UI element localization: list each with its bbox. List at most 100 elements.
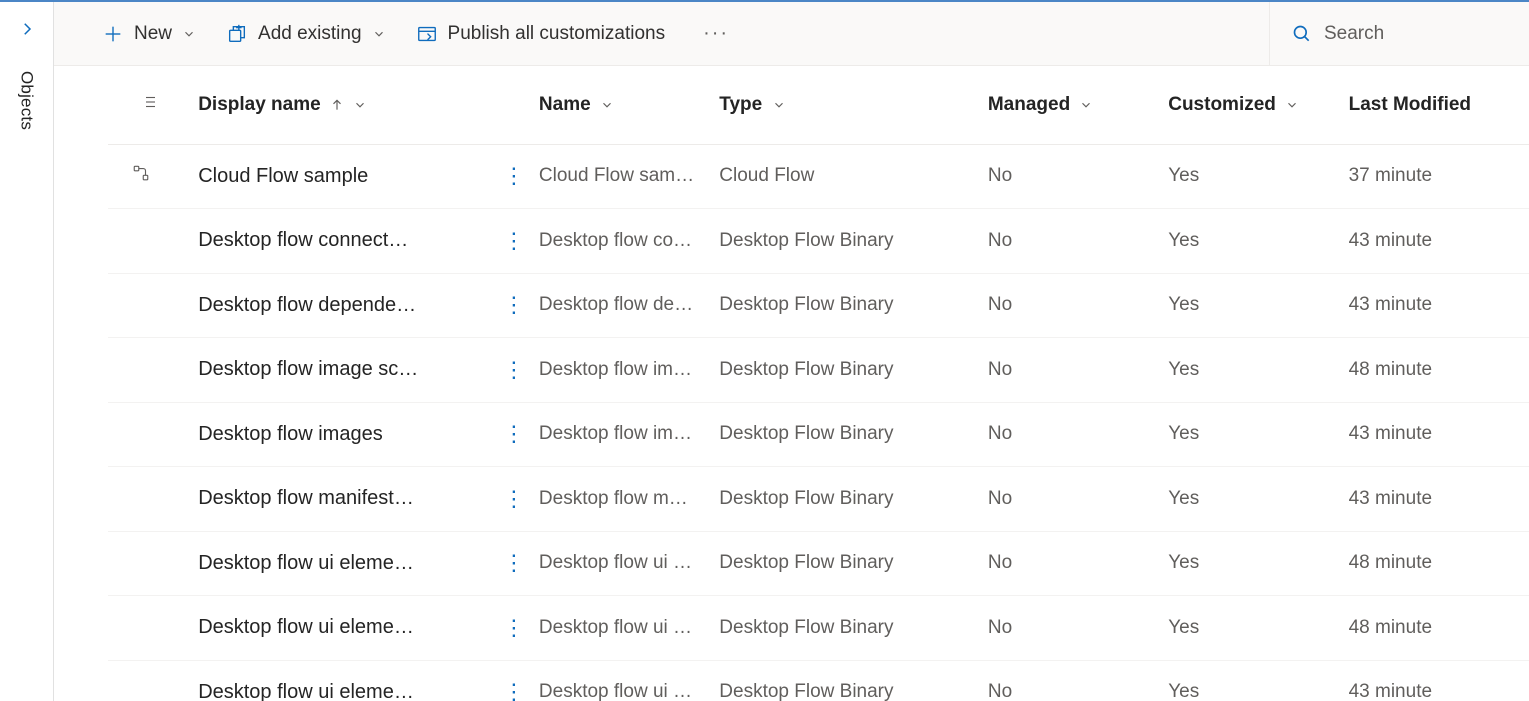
cell-last-modified: 43 minute bbox=[1349, 209, 1529, 274]
column-header-managed-label: Managed bbox=[988, 94, 1070, 115]
command-bar: New Add existing Publish all customizati… bbox=[54, 2, 1529, 66]
row-type-icon-cell bbox=[108, 402, 198, 467]
objects-grid: Display name Name Type Managed Cu bbox=[108, 66, 1529, 701]
row-type-icon-cell bbox=[108, 596, 198, 661]
cell-display-name-text: Desktop flow ui eleme… bbox=[198, 616, 414, 638]
more-commands-button[interactable]: ··· bbox=[695, 22, 737, 45]
cell-type: Desktop Flow Binary bbox=[719, 660, 988, 701]
column-header-type[interactable]: Type bbox=[719, 66, 988, 144]
column-header-customized[interactable]: Customized bbox=[1168, 66, 1348, 144]
column-header-last-modified[interactable]: Last Modified bbox=[1349, 66, 1529, 144]
cell-display-name-text: Desktop flow images bbox=[198, 423, 383, 445]
cell-customized: Yes bbox=[1168, 209, 1348, 274]
cell-last-modified: 48 minute bbox=[1349, 596, 1529, 661]
table-row[interactable]: Desktop flow ui eleme… ⋮ Desktop flow ui …… bbox=[108, 660, 1529, 701]
row-more-button[interactable]: ⋮ bbox=[503, 488, 525, 510]
column-header-name-label: Name bbox=[539, 94, 591, 115]
row-type-icon-cell bbox=[108, 209, 198, 274]
cell-type: Desktop Flow Binary bbox=[719, 596, 988, 661]
cell-display-name[interactable]: Desktop flow ui eleme… ⋮ bbox=[198, 531, 539, 596]
row-more-button[interactable]: ⋮ bbox=[503, 230, 525, 252]
row-type-icon-cell bbox=[108, 531, 198, 596]
cell-type: Desktop Flow Binary bbox=[719, 402, 988, 467]
rail-tab-objects[interactable]: Objects bbox=[17, 71, 37, 130]
cell-managed: No bbox=[988, 467, 1168, 532]
cell-display-name[interactable]: Desktop flow ui eleme… ⋮ bbox=[198, 596, 539, 661]
cell-last-modified: 48 minute bbox=[1349, 338, 1529, 403]
row-more-button[interactable]: ⋮ bbox=[503, 617, 525, 639]
row-type-icon-cell bbox=[108, 144, 198, 209]
cell-type: Desktop Flow Binary bbox=[719, 209, 988, 274]
add-existing-label: Add existing bbox=[258, 23, 362, 45]
column-header-managed[interactable]: Managed bbox=[988, 66, 1168, 144]
column-header-name[interactable]: Name bbox=[539, 66, 719, 144]
row-more-button[interactable]: ⋮ bbox=[503, 359, 525, 381]
table-row[interactable]: Desktop flow depende… ⋮ Desktop flow de…De… bbox=[108, 273, 1529, 338]
add-existing-button[interactable]: Add existing bbox=[226, 23, 386, 45]
table-row[interactable]: Desktop flow connect… ⋮ Desktop flow co…De… bbox=[108, 209, 1529, 274]
table-row[interactable]: Desktop flow ui eleme… ⋮ Desktop flow ui …… bbox=[108, 596, 1529, 661]
cell-customized: Yes bbox=[1168, 467, 1348, 532]
list-icon bbox=[140, 93, 158, 111]
table-row[interactable]: Cloud Flow sample⋮Cloud Flow samp…Cloud … bbox=[108, 144, 1529, 209]
cell-display-name[interactable]: Desktop flow manifest… ⋮ bbox=[198, 467, 539, 532]
column-header-select[interactable] bbox=[108, 66, 198, 144]
row-more-button[interactable]: ⋮ bbox=[503, 681, 525, 701]
cell-name: Desktop flow ui … bbox=[539, 660, 719, 701]
column-header-display-name[interactable]: Display name bbox=[198, 66, 539, 144]
column-header-customized-label: Customized bbox=[1168, 94, 1276, 115]
new-button[interactable]: New bbox=[102, 23, 196, 45]
cell-name: Desktop flow co… bbox=[539, 209, 719, 274]
cell-display-name-text: Desktop flow ui eleme… bbox=[198, 552, 414, 574]
cell-customized: Yes bbox=[1168, 531, 1348, 596]
cell-display-name-text: Desktop flow manifest… bbox=[198, 487, 414, 509]
cell-display-name[interactable]: Desktop flow images ⋮ bbox=[198, 402, 539, 467]
publish-button[interactable]: Publish all customizations bbox=[416, 23, 666, 45]
left-rail: Objects bbox=[0, 2, 54, 701]
cell-display-name-text: Desktop flow ui eleme… bbox=[198, 681, 414, 701]
cell-display-name-text: Cloud Flow sample bbox=[198, 165, 368, 187]
chevron-down-icon bbox=[182, 27, 196, 41]
cell-last-modified: 43 minute bbox=[1349, 660, 1529, 701]
cell-type: Desktop Flow Binary bbox=[719, 338, 988, 403]
cell-type: Desktop Flow Binary bbox=[719, 531, 988, 596]
cell-customized: Yes bbox=[1168, 660, 1348, 701]
column-header-type-label: Type bbox=[719, 94, 762, 115]
cell-last-modified: 43 minute bbox=[1349, 467, 1529, 532]
cell-display-name[interactable]: Desktop flow image sc… ⋮ bbox=[198, 338, 539, 403]
cell-display-name-text: Desktop flow depende… bbox=[198, 294, 416, 316]
row-more-button[interactable]: ⋮ bbox=[503, 294, 525, 316]
plus-icon bbox=[102, 23, 124, 45]
table-row[interactable]: Desktop flow images ⋮ Desktop flow im…Desk… bbox=[108, 402, 1529, 467]
command-group: New Add existing Publish all customizati… bbox=[54, 22, 737, 45]
cell-display-name-text: Desktop flow image sc… bbox=[198, 358, 418, 380]
cell-name: Desktop flow im… bbox=[539, 402, 719, 467]
cell-managed: No bbox=[988, 531, 1168, 596]
add-existing-icon bbox=[226, 23, 248, 45]
cell-display-name[interactable]: Cloud Flow sample ⋮ bbox=[198, 144, 539, 209]
cell-name: Desktop flow ui … bbox=[539, 596, 719, 661]
cell-managed: No bbox=[988, 660, 1168, 701]
cell-name: Desktop flow de… bbox=[539, 273, 719, 338]
cell-customized: Yes bbox=[1168, 338, 1348, 403]
search-box[interactable] bbox=[1269, 2, 1529, 66]
search-input[interactable] bbox=[1324, 23, 1504, 45]
table-row[interactable]: Desktop flow ui eleme…⋮Desktop flow ui …… bbox=[108, 531, 1529, 596]
row-more-button[interactable]: ⋮ bbox=[503, 165, 525, 187]
cell-display-name[interactable]: Desktop flow depende… ⋮ bbox=[198, 273, 539, 338]
cell-type: Cloud Flow bbox=[719, 144, 988, 209]
expand-rail-button[interactable] bbox=[18, 10, 36, 43]
row-more-button[interactable]: ⋮ bbox=[503, 552, 525, 574]
table-row[interactable]: Desktop flow image sc…⋮Desktop flow im…D… bbox=[108, 338, 1529, 403]
cell-display-name[interactable]: Desktop flow connect… ⋮ bbox=[198, 209, 539, 274]
cell-display-name[interactable]: Desktop flow ui eleme… ⋮ bbox=[198, 660, 539, 701]
column-header-row: Display name Name Type Managed Cu bbox=[108, 66, 1529, 144]
row-more-button[interactable]: ⋮ bbox=[503, 423, 525, 445]
table-row[interactable]: Desktop flow manifest…⋮Desktop flow ma…D… bbox=[108, 467, 1529, 532]
cell-managed: No bbox=[988, 338, 1168, 403]
row-type-icon-cell bbox=[108, 273, 198, 338]
column-header-display-name-label: Display name bbox=[198, 94, 321, 115]
cell-display-name-text: Desktop flow connect… bbox=[198, 229, 408, 251]
cell-managed: No bbox=[988, 402, 1168, 467]
row-type-icon-cell bbox=[108, 660, 198, 701]
